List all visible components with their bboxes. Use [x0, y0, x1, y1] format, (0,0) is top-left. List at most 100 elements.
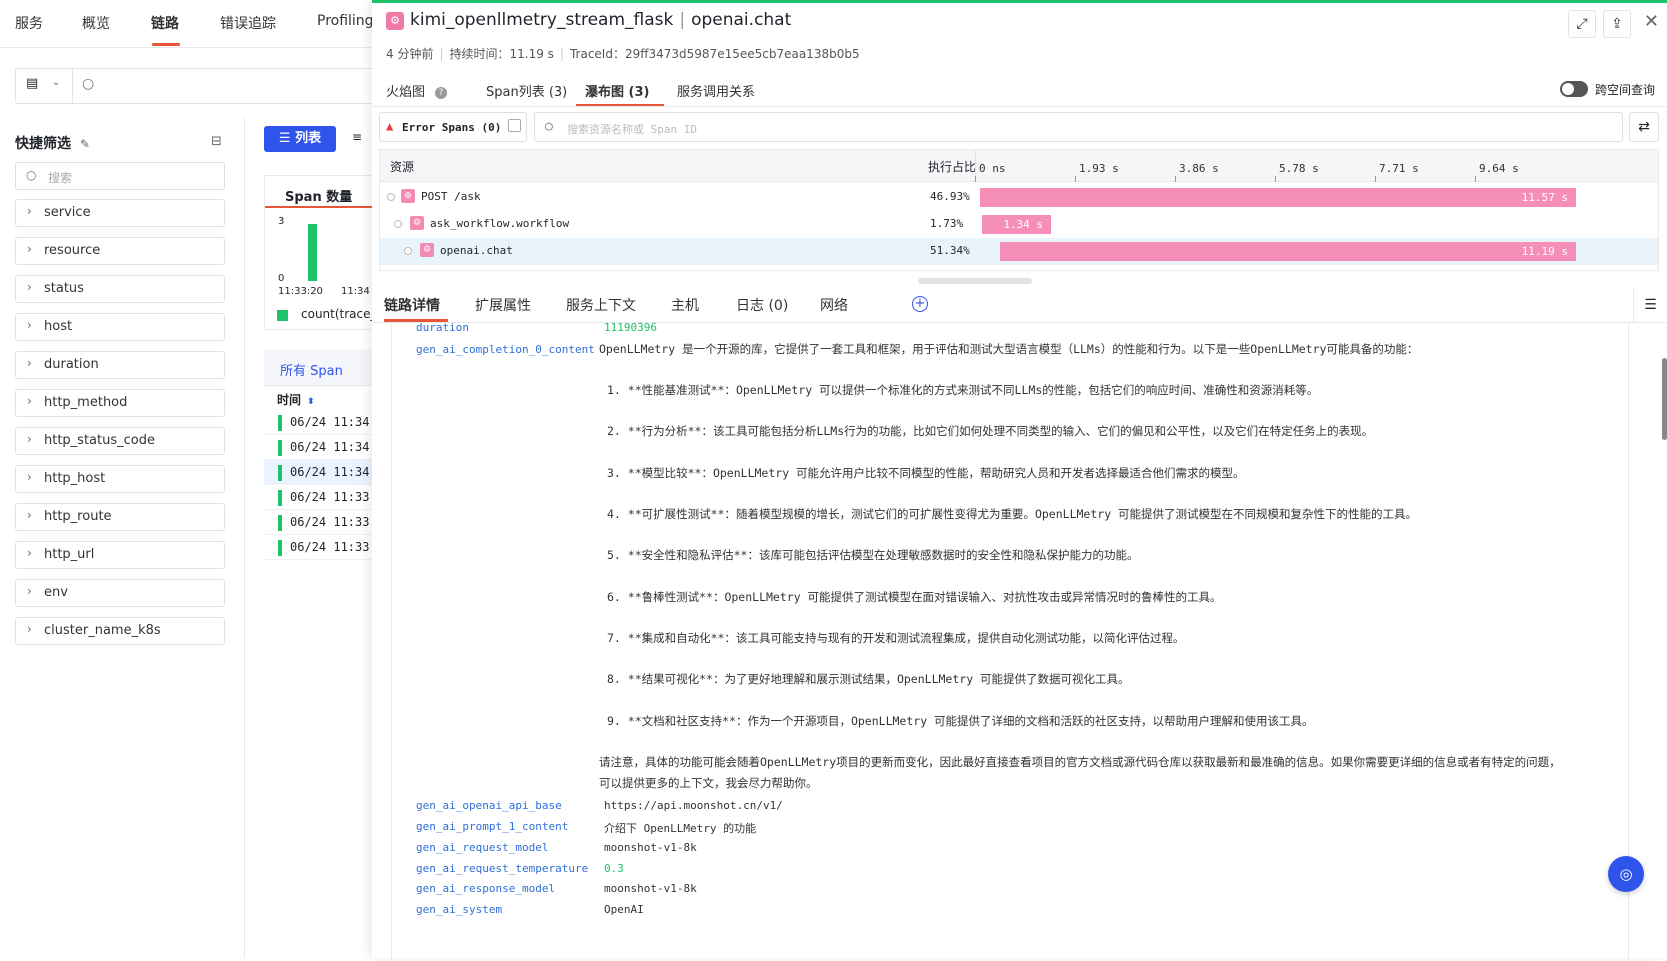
status-bar — [278, 440, 282, 456]
facet-http-status-code[interactable]: › http_status_code — [15, 427, 225, 455]
facet-env[interactable]: › env — [15, 579, 225, 607]
table-row[interactable]: 06/24 11:34: — [264, 410, 374, 435]
span-search-input[interactable]: ○ 搜索资源名称或 Span ID — [534, 112, 1623, 142]
chart-y-min: 0 — [278, 273, 285, 284]
status-bar — [278, 490, 282, 506]
tab-host[interactable]: 主机 — [671, 295, 699, 315]
tree-node-dot — [394, 220, 402, 228]
tab-service-context[interactable]: 服务上下文 — [566, 295, 636, 315]
tab-span-list[interactable]: Span列表 (3) — [486, 81, 567, 100]
help-icon[interactable]: ? — [435, 86, 448, 99]
settings-swap-button[interactable]: ⇄ — [1629, 112, 1659, 142]
facet-host[interactable]: › host — [15, 313, 225, 341]
nav-services[interactable]: 服务 — [15, 13, 43, 33]
query-type-select[interactable]: ▤ ⌄ — [16, 69, 73, 103]
chevron-right-icon: › — [27, 584, 32, 598]
service-name: kimi_openllmetry_stream_flask — [410, 10, 674, 30]
query-bar[interactable]: ▤ ⌄ ○ — [15, 68, 415, 104]
completion-item: 5. **安全性和隐私评估**：该库可能包括评估模型在处理敏感数据时的安全性和隐… — [607, 548, 1139, 562]
chevron-right-icon: › — [27, 204, 32, 218]
axis-tick-mark — [1475, 176, 1476, 182]
attr-value: moonshot-v1-8k — [604, 841, 697, 854]
filter-search-input[interactable]: ○ 搜索 — [15, 162, 225, 190]
time-column-header[interactable]: 时间 ⬍ — [277, 391, 315, 408]
tab-all-spans[interactable]: 所有 Span — [280, 360, 343, 379]
table-row[interactable]: 06/24 11:34: — [264, 460, 374, 485]
legend-swatch — [277, 310, 288, 321]
nav-traces[interactable]: 链路 — [151, 13, 179, 33]
ai-assistant-button[interactable]: ◎ — [1608, 856, 1644, 892]
tab-waterfall[interactable]: 瀑布图 (3) — [585, 81, 649, 100]
span-exec-pct: 51.34% — [930, 244, 970, 257]
chart-x-label-2: 11:34 — [341, 286, 370, 297]
resize-handle[interactable] — [918, 278, 1032, 284]
span-type-icon: ⚙ — [410, 216, 424, 230]
span-duration-bar[interactable]: 11.19 s — [999, 242, 1576, 261]
facet-http-url[interactable]: › http_url — [15, 541, 225, 569]
tab-logs[interactable]: 日志 (0) — [736, 295, 788, 315]
table-row[interactable]: 06/24 11:34: — [264, 435, 374, 460]
span-duration-bar[interactable]: 11.57 s — [980, 188, 1576, 207]
attr-value: 0.3 — [604, 862, 624, 875]
trace-duration: 持续时间：11.19 s — [449, 47, 554, 61]
error-spans-filter[interactable]: ▲ Error Spans (0) — [379, 112, 527, 142]
table-row[interactable]: 06/24 11:33: — [264, 535, 374, 560]
save-query-icon: ▤ — [26, 76, 39, 91]
facet-http-method[interactable]: › http_method — [15, 389, 225, 417]
nav-overview[interactable]: 概览 — [82, 13, 110, 33]
waterfall-row-workflow[interactable]: ⚙ ask_workflow.workflow 1.73% 1.34 s — [380, 211, 1658, 238]
nav-error-tracking[interactable]: 错误追踪 — [220, 13, 276, 33]
list-view-button[interactable]: ☰ 列表 — [264, 126, 336, 152]
completion-outro: 可以提供更多的上下文，我会尽力帮助你。 — [599, 776, 818, 790]
trace-detail-drawer: ⚙ kimi_openllmetry_stream_flask | openai.c… — [372, 0, 1667, 961]
sort-icon[interactable]: ≡ — [352, 130, 362, 144]
facet-duration[interactable]: › duration — [15, 351, 225, 379]
completion-item: 3. **模型比较**：OpenLLMetry 可能允许用户比较不同模型的性能，… — [607, 466, 1245, 480]
fullscreen-button[interactable]: ⤢ — [1568, 10, 1596, 38]
attr-value: 11190396 — [604, 323, 657, 334]
facet-cluster-name-k8s[interactable]: › cluster_name_k8s — [15, 617, 225, 645]
chart-y-max: 3 — [278, 216, 285, 227]
error-spans-checkbox[interactable] — [508, 119, 521, 132]
status-bar — [278, 465, 282, 481]
trace-id[interactable]: TraceId：29ff3473d5987e15ee5cb7eaa138b0b5 — [570, 47, 860, 61]
add-tab-icon[interactable]: + — [912, 296, 928, 312]
table-row[interactable]: 06/24 11:33: — [264, 485, 374, 510]
span-count-title: Span 数量 — [285, 190, 353, 205]
axis-tick-label: 7.71 s — [1379, 162, 1419, 175]
facet-status[interactable]: › status — [15, 275, 225, 303]
chart-x-label-1: 11:33:20 — [278, 286, 323, 297]
share-button[interactable]: ⇪ — [1603, 10, 1631, 38]
completion-item: 7. **集成和自动化**：该工具可能支持与现有的开发和测试流程集成，提供自动化… — [607, 631, 1185, 645]
facet-resource[interactable]: › resource — [15, 237, 225, 265]
axis-tick-label: 1.93 s — [1079, 162, 1119, 175]
cross-space-toggle[interactable] — [1560, 81, 1588, 97]
tab-service-map[interactable]: 服务调用关系 — [677, 81, 755, 100]
waterfall-row-openai-chat[interactable]: ⚙ openai.chat 51.34% 11.19 s — [380, 238, 1658, 265]
search-icon: ○ — [82, 76, 95, 92]
view-tabs: 火焰图? Span列表 (3) 瀑布图 (3) 服务调用关系 跨空间查询 — [372, 75, 1667, 107]
scrollbar-thumb[interactable] — [1662, 358, 1667, 440]
span-name: openai.chat — [691, 10, 792, 30]
facet-http-route[interactable]: › http_route — [15, 503, 225, 531]
edit-icon[interactable]: ✎ — [80, 137, 90, 151]
close-icon[interactable]: ✕ — [1644, 11, 1659, 32]
tab-trace-detail[interactable]: 链路详情 — [384, 295, 440, 315]
tab-flamegraph[interactable]: 火焰图? — [386, 81, 448, 100]
attr-value: OpenAI — [604, 903, 644, 916]
completion-outro: 请注意，具体的功能可能会随着OpenLLMetry项目的更新而变化，因此最好直接… — [599, 755, 1561, 769]
facet-http-host[interactable]: › http_host — [15, 465, 225, 493]
span-duration-bar[interactable]: 1.34 s — [982, 215, 1052, 234]
tab-network[interactable]: 网络 — [820, 295, 848, 315]
tab-extended-attrs[interactable]: 扩展属性 — [475, 295, 531, 315]
table-row[interactable]: 06/24 11:33: — [264, 510, 374, 535]
waterfall-row-post-ask[interactable]: ⊕ POST /ask 46.93% 11.57 s — [380, 184, 1658, 211]
detail-scrollbar[interactable] — [1662, 323, 1667, 961]
collapse-panel-icon[interactable]: ⊟ — [211, 134, 222, 149]
scan-icon: ◎ — [1619, 865, 1633, 883]
drawer-header: ⚙ kimi_openllmetry_stream_flask | openai.c… — [372, 3, 1667, 63]
column-settings-button[interactable]: ☰ — [1633, 289, 1667, 323]
span-count-card: Span 数量 3 0 11:33:20 11:34 count(trace_ — [264, 175, 377, 330]
nav-profiling[interactable]: Profiling — [317, 13, 374, 29]
facet-service[interactable]: › service — [15, 199, 225, 227]
